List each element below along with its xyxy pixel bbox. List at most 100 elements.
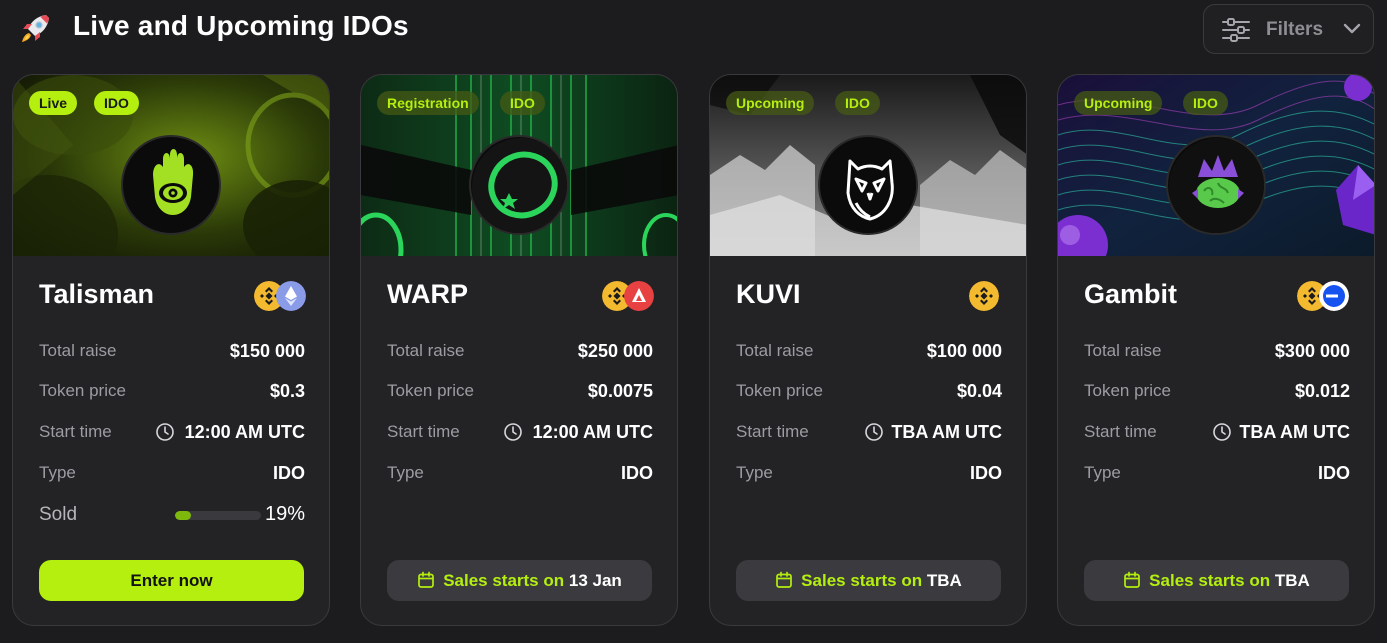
type-badge: IDO (94, 91, 139, 115)
project-logo (121, 135, 221, 235)
sales-start-label: Sales starts on (443, 571, 565, 590)
row-total-raise: Total raise $250 000 (387, 339, 653, 363)
sold-progress-bar (175, 511, 261, 520)
rocket-icon (22, 15, 49, 42)
total-raise-label: Total raise (387, 341, 465, 360)
sales-start-button[interactable]: Sales starts on TBA (1084, 560, 1349, 601)
start-time-value: TBA AM UTC (1239, 422, 1350, 442)
token-price-label: Token price (387, 381, 474, 400)
avalanche-icon (624, 281, 654, 311)
row-type: Type IDO (736, 461, 1002, 485)
total-raise-value: $250 000 (577, 341, 653, 361)
project-logo (818, 135, 918, 235)
project-name: Talisman (39, 279, 155, 309)
clock-icon (865, 423, 883, 441)
token-price-label: Token price (1084, 381, 1171, 400)
start-time-label: Start time (39, 422, 112, 441)
start-time-value: TBA AM UTC (891, 422, 1002, 442)
row-token-price: Token price $0.012 (1084, 379, 1350, 403)
row-total-raise: Total raise $300 000 (1084, 339, 1350, 363)
type-badge: IDO (835, 91, 880, 115)
row-total-raise: Total raise $150 000 (39, 339, 305, 363)
start-time-value: 12:00 AM UTC (184, 422, 305, 442)
clock-icon (1213, 423, 1231, 441)
card-banner: Registration IDO (361, 75, 677, 256)
row-type: Type IDO (1084, 461, 1350, 485)
start-time-label: Start time (736, 422, 809, 441)
sales-start-label: Sales starts on (1149, 571, 1271, 590)
sold-label: Sold (39, 504, 78, 525)
row-type: Type IDO (39, 461, 305, 485)
ethereum-icon (276, 281, 306, 311)
token-price-value: $0.04 (956, 381, 1002, 401)
type-value: IDO (620, 463, 653, 483)
owl-icon (821, 138, 916, 233)
sales-start-date: 13 Jan (568, 571, 622, 590)
type-label: Type (736, 463, 773, 482)
project-name: KUVI (736, 279, 801, 309)
enter-now-button[interactable]: Enter now (39, 560, 304, 601)
row-start-time: Start time 12:00 AM UTC (39, 420, 305, 444)
sales-start-label: Sales starts on (801, 571, 923, 590)
status-badge: Live (29, 91, 78, 115)
token-price-label: Token price (39, 381, 126, 400)
calendar-icon (1124, 571, 1141, 588)
total-raise-label: Total raise (39, 341, 117, 360)
start-time-value: 12:00 AM UTC (532, 422, 653, 442)
crowned-brain-icon (1169, 138, 1264, 233)
bnb-icon (969, 281, 999, 311)
project-logo (1166, 135, 1266, 235)
token-price-label: Token price (736, 381, 823, 400)
total-raise-value: $100 000 (926, 341, 1002, 361)
sliders-icon (1222, 18, 1250, 42)
token-price-value: $0.012 (1294, 381, 1350, 401)
status-badge: Upcoming (726, 91, 815, 115)
row-token-price: Token price $0.0075 (387, 379, 653, 403)
type-value: IDO (1317, 463, 1350, 483)
page-title: Live and Upcoming IDOs (73, 10, 409, 41)
total-raise-value: $150 000 (229, 341, 305, 361)
row-type: Type IDO (387, 461, 653, 485)
sales-start-date: TBA (1274, 571, 1310, 590)
row-start-time: Start time 12:00 AM UTC (387, 420, 653, 444)
sales-start-button[interactable]: Sales starts on TBA (736, 560, 1001, 601)
calendar-icon (776, 571, 793, 588)
type-value: IDO (969, 463, 1002, 483)
start-time-label: Start time (387, 422, 460, 441)
page-header: Live and Upcoming IDOs Filters (0, 0, 1387, 60)
row-start-time: Start time TBA AM UTC (1084, 420, 1350, 444)
filters-label: Filters (1266, 19, 1324, 40)
row-sold: Sold 19% (39, 502, 305, 526)
total-raise-value: $300 000 (1274, 341, 1350, 361)
base-icon (1319, 281, 1349, 311)
sold-progress-fill (175, 511, 192, 520)
total-raise-label: Total raise (736, 341, 814, 360)
clock-icon (156, 423, 174, 441)
ido-card-gambit[interactable]: Upcoming IDO Gambit Total raise $300 000… (1057, 74, 1375, 626)
project-name: Gambit (1084, 279, 1178, 309)
ido-card-kuvi[interactable]: Upcoming IDO KUVI Total raise $100 000 T… (709, 74, 1027, 626)
calendar-icon (418, 571, 435, 588)
chevron-down-icon (1343, 23, 1361, 34)
clock-icon (504, 423, 522, 441)
type-label: Type (39, 463, 76, 482)
type-badge: IDO (1183, 91, 1228, 115)
status-badge: Upcoming (1074, 91, 1163, 115)
status-badge: Registration (377, 91, 479, 115)
row-token-price: Token price $0.3 (39, 379, 305, 403)
hamsa-icon (153, 149, 194, 215)
card-banner: Upcoming IDO (710, 75, 1026, 256)
token-price-value: $0.3 (269, 381, 305, 401)
type-badge: IDO (500, 91, 545, 115)
filters-button[interactable]: Filters (1203, 4, 1374, 54)
row-start-time: Start time TBA AM UTC (736, 420, 1002, 444)
project-name: WARP (387, 279, 468, 309)
ido-card-warp[interactable]: Registration IDO WARP Total raise $250 0… (360, 74, 678, 626)
sales-start-button[interactable]: Sales starts on 13 Jan (387, 560, 652, 601)
row-token-price: Token price $0.04 (736, 379, 1002, 403)
row-total-raise: Total raise $100 000 (736, 339, 1002, 363)
type-value: IDO (272, 463, 305, 483)
card-banner: Live IDO (13, 75, 329, 256)
type-label: Type (1084, 463, 1121, 482)
ido-card-talisman[interactable]: Live IDO Talisman Total raise $150 000 T… (12, 74, 330, 626)
